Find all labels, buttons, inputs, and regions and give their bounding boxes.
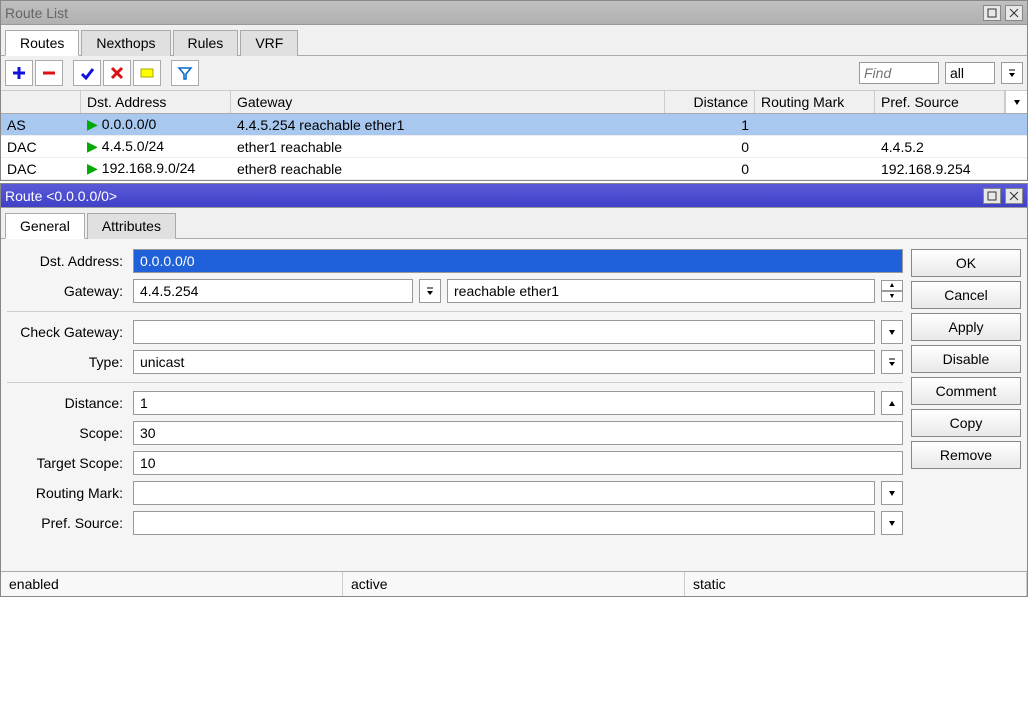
gateway-input[interactable] — [133, 279, 413, 303]
route-detail-statusbar: enabled active static — [1, 571, 1027, 596]
route-list-window: Route List Routes Nexthops Rules VRF Dst… — [0, 0, 1028, 181]
routing-mark-input[interactable] — [133, 481, 875, 505]
tab-attributes[interactable]: Attributes — [87, 213, 176, 239]
remove-button[interactable]: Remove — [911, 441, 1021, 469]
scope-input[interactable] — [133, 421, 903, 445]
type-dropdown-button[interactable] — [881, 350, 903, 374]
add-button[interactable] — [5, 60, 33, 86]
cell-flags: AS — [1, 117, 81, 133]
route-detail-form: Dst. Address: Gateway: reachable ether1 … — [1, 239, 1027, 571]
table-row[interactable]: AS▶0.0.0.0/04.4.5.254 reachable ether11 — [1, 114, 1027, 136]
detail-minimize-button[interactable] — [983, 188, 1001, 204]
status-static: static — [685, 572, 1027, 596]
col-gateway[interactable]: Gateway — [231, 91, 665, 113]
distance-label: Distance: — [7, 395, 127, 411]
route-detail-tabs: General Attributes — [1, 208, 1027, 239]
apply-button[interactable]: Apply — [911, 313, 1021, 341]
type-label: Type: — [7, 354, 127, 370]
type-input[interactable] — [133, 350, 875, 374]
target-scope-input[interactable] — [133, 451, 903, 475]
check-gateway-input[interactable] — [133, 320, 875, 344]
col-distance[interactable]: Distance — [665, 91, 755, 113]
tab-routes[interactable]: Routes — [5, 30, 79, 56]
gateway-label: Gateway: — [7, 283, 127, 299]
copy-button[interactable]: Copy — [911, 409, 1021, 437]
cell-distance: 0 — [665, 139, 755, 155]
scope-label: Scope: — [7, 425, 127, 441]
tab-vrf[interactable]: VRF — [240, 30, 298, 56]
disable-button[interactable] — [103, 60, 131, 86]
cell-flags: DAC — [1, 139, 81, 155]
comment-button[interactable] — [133, 60, 161, 86]
dst-address-label: Dst. Address: — [7, 253, 127, 269]
gateway-updown[interactable]: ▲▼ — [881, 280, 903, 302]
target-scope-label: Target Scope: — [7, 455, 127, 471]
close-button[interactable] — [1005, 5, 1023, 21]
route-detail-title: Route <0.0.0.0/0> — [5, 188, 983, 204]
cancel-button[interactable]: Cancel — [911, 281, 1021, 309]
check-gateway-toggle[interactable] — [881, 320, 903, 344]
columns-menu-button[interactable] — [1005, 91, 1027, 113]
cell-distance: 1 — [665, 117, 755, 133]
cell-gateway: ether1 reachable — [231, 139, 665, 155]
table-row[interactable]: DAC▶192.168.9.0/24ether8 reachable0 192.1… — [1, 158, 1027, 180]
tab-general[interactable]: General — [5, 213, 85, 239]
play-icon: ▶ — [87, 116, 98, 133]
tab-rules[interactable]: Rules — [173, 30, 239, 56]
col-pref-source[interactable]: Pref. Source — [875, 91, 1005, 113]
ok-button[interactable]: OK — [911, 249, 1021, 277]
find-input[interactable] — [859, 62, 939, 84]
route-list-titlebar[interactable]: Route List — [1, 1, 1027, 25]
pref-source-input[interactable] — [133, 511, 875, 535]
status-enabled: enabled — [1, 572, 343, 596]
routing-mark-label: Routing Mark: — [7, 485, 127, 501]
route-grid-body: AS▶0.0.0.0/04.4.5.254 reachable ether11D… — [1, 114, 1027, 180]
filter-select[interactable] — [945, 62, 995, 84]
gateway-status: reachable ether1 — [447, 279, 875, 303]
cell-pref-source: 192.168.9.254 — [875, 161, 1005, 177]
pref-source-label: Pref. Source: — [7, 515, 127, 531]
disable-button[interactable]: Disable — [911, 345, 1021, 373]
routing-mark-toggle[interactable] — [881, 481, 903, 505]
cell-dst: ▶4.4.5.0/24 — [81, 138, 231, 155]
check-gateway-label: Check Gateway: — [7, 324, 127, 340]
remove-button[interactable] — [35, 60, 63, 86]
play-icon: ▶ — [87, 160, 98, 177]
distance-toggle[interactable] — [881, 391, 903, 415]
col-dst[interactable]: Dst. Address — [81, 91, 231, 113]
cell-dst: ▶0.0.0.0/0 — [81, 116, 231, 133]
cell-dst: ▶192.168.9.0/24 — [81, 160, 231, 177]
filter-dropdown-button[interactable] — [1001, 62, 1023, 84]
route-list-title: Route List — [5, 5, 983, 21]
cell-pref-source: 4.4.5.2 — [875, 139, 1005, 155]
dst-address-input[interactable] — [133, 249, 903, 273]
route-detail-window: Route <0.0.0.0/0> General Attributes Dst… — [0, 183, 1028, 597]
route-list-toolbar — [1, 56, 1027, 91]
cell-distance: 0 — [665, 161, 755, 177]
route-grid-header: Dst. Address Gateway Distance Routing Ma… — [1, 91, 1027, 114]
cell-gateway: 4.4.5.254 reachable ether1 — [231, 117, 665, 133]
filter-button[interactable] — [171, 60, 199, 86]
play-icon: ▶ — [87, 138, 98, 155]
route-list-tabs: Routes Nexthops Rules VRF — [1, 25, 1027, 56]
table-row[interactable]: DAC▶4.4.5.0/24ether1 reachable0 4.4.5.2 — [1, 136, 1027, 158]
enable-button[interactable] — [73, 60, 101, 86]
route-detail-titlebar[interactable]: Route <0.0.0.0/0> — [1, 184, 1027, 208]
comment-button[interactable]: Comment — [911, 377, 1021, 405]
col-flags[interactable] — [1, 91, 81, 113]
gateway-dropdown-button[interactable] — [419, 279, 441, 303]
pref-source-toggle[interactable] — [881, 511, 903, 535]
cell-flags: DAC — [1, 161, 81, 177]
action-buttons: OK Cancel Apply Disable Comment Copy Remove — [911, 249, 1021, 541]
minimize-button[interactable] — [983, 5, 1001, 21]
detail-close-button[interactable] — [1005, 188, 1023, 204]
col-routing-mark[interactable]: Routing Mark — [755, 91, 875, 113]
tab-nexthops[interactable]: Nexthops — [81, 30, 170, 56]
cell-gateway: ether8 reachable — [231, 161, 665, 177]
status-active: active — [343, 572, 685, 596]
distance-input[interactable] — [133, 391, 875, 415]
